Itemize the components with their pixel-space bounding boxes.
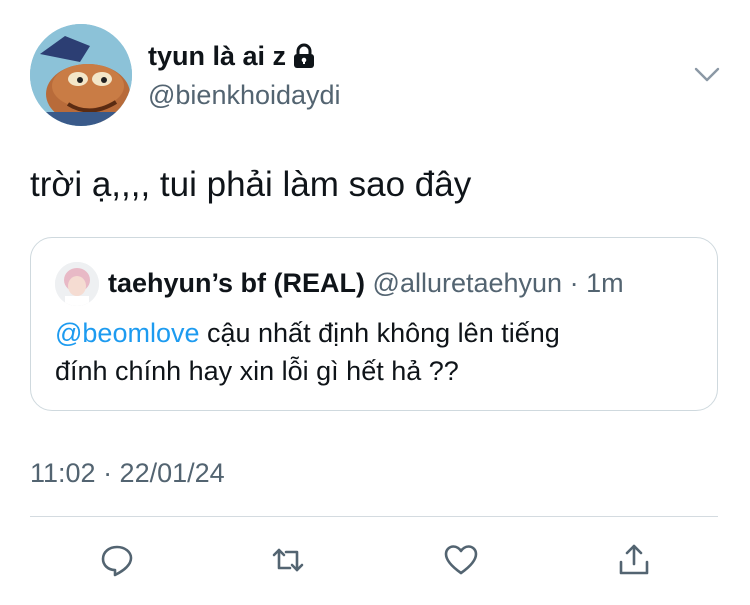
mention-link[interactable]: @beomlove bbox=[55, 318, 199, 348]
separator-dot: · bbox=[569, 268, 579, 298]
lock-icon bbox=[294, 43, 315, 68]
share-button[interactable] bbox=[614, 540, 654, 580]
tweet-author-name[interactable]: tyun là ai z bbox=[148, 38, 316, 74]
quoted-tweet-header: taehyun’s bf (REAL) @alluretaehyun · 1m bbox=[108, 264, 624, 302]
quoted-tweet-text: @beomlove cậu nhất định không lên tiếng … bbox=[55, 314, 695, 390]
retweet-button[interactable] bbox=[268, 540, 308, 580]
reply-icon bbox=[101, 545, 133, 577]
avatar-image bbox=[30, 24, 132, 126]
heart-icon bbox=[444, 545, 478, 575]
reply-button[interactable] bbox=[97, 540, 137, 580]
quoted-text-line-2: đính chính hay xin lỗi gì hết hả ?? bbox=[55, 356, 459, 386]
tweet-author-handle[interactable]: @bienkhoidaydi bbox=[148, 77, 341, 113]
tweet-text: trời ạ,,,, tui phải làm sao đây bbox=[30, 165, 472, 204]
quoted-text-line-1: cậu nhất định không lên tiếng bbox=[199, 318, 560, 348]
display-name-text: tyun là ai z bbox=[148, 41, 287, 71]
tweet-author-avatar[interactable] bbox=[30, 24, 132, 126]
quoted-author-name[interactable]: taehyun’s bf (REAL) bbox=[108, 268, 365, 298]
quoted-tweet-card[interactable]: taehyun’s bf (REAL) @alluretaehyun · 1m … bbox=[30, 237, 718, 411]
quoted-tweet-time: 1m bbox=[586, 268, 624, 298]
quoted-author-handle[interactable]: @alluretaehyun bbox=[373, 268, 563, 298]
chevron-down-icon[interactable] bbox=[692, 62, 722, 86]
divider bbox=[30, 516, 718, 517]
retweet-icon bbox=[272, 548, 304, 572]
share-icon bbox=[619, 544, 649, 575]
quoted-avatar-image bbox=[55, 262, 99, 306]
quoted-author-avatar[interactable] bbox=[55, 262, 99, 306]
like-button[interactable] bbox=[441, 540, 481, 580]
tweet-timestamp[interactable]: 11:02 · 22/01/24 bbox=[30, 455, 225, 491]
